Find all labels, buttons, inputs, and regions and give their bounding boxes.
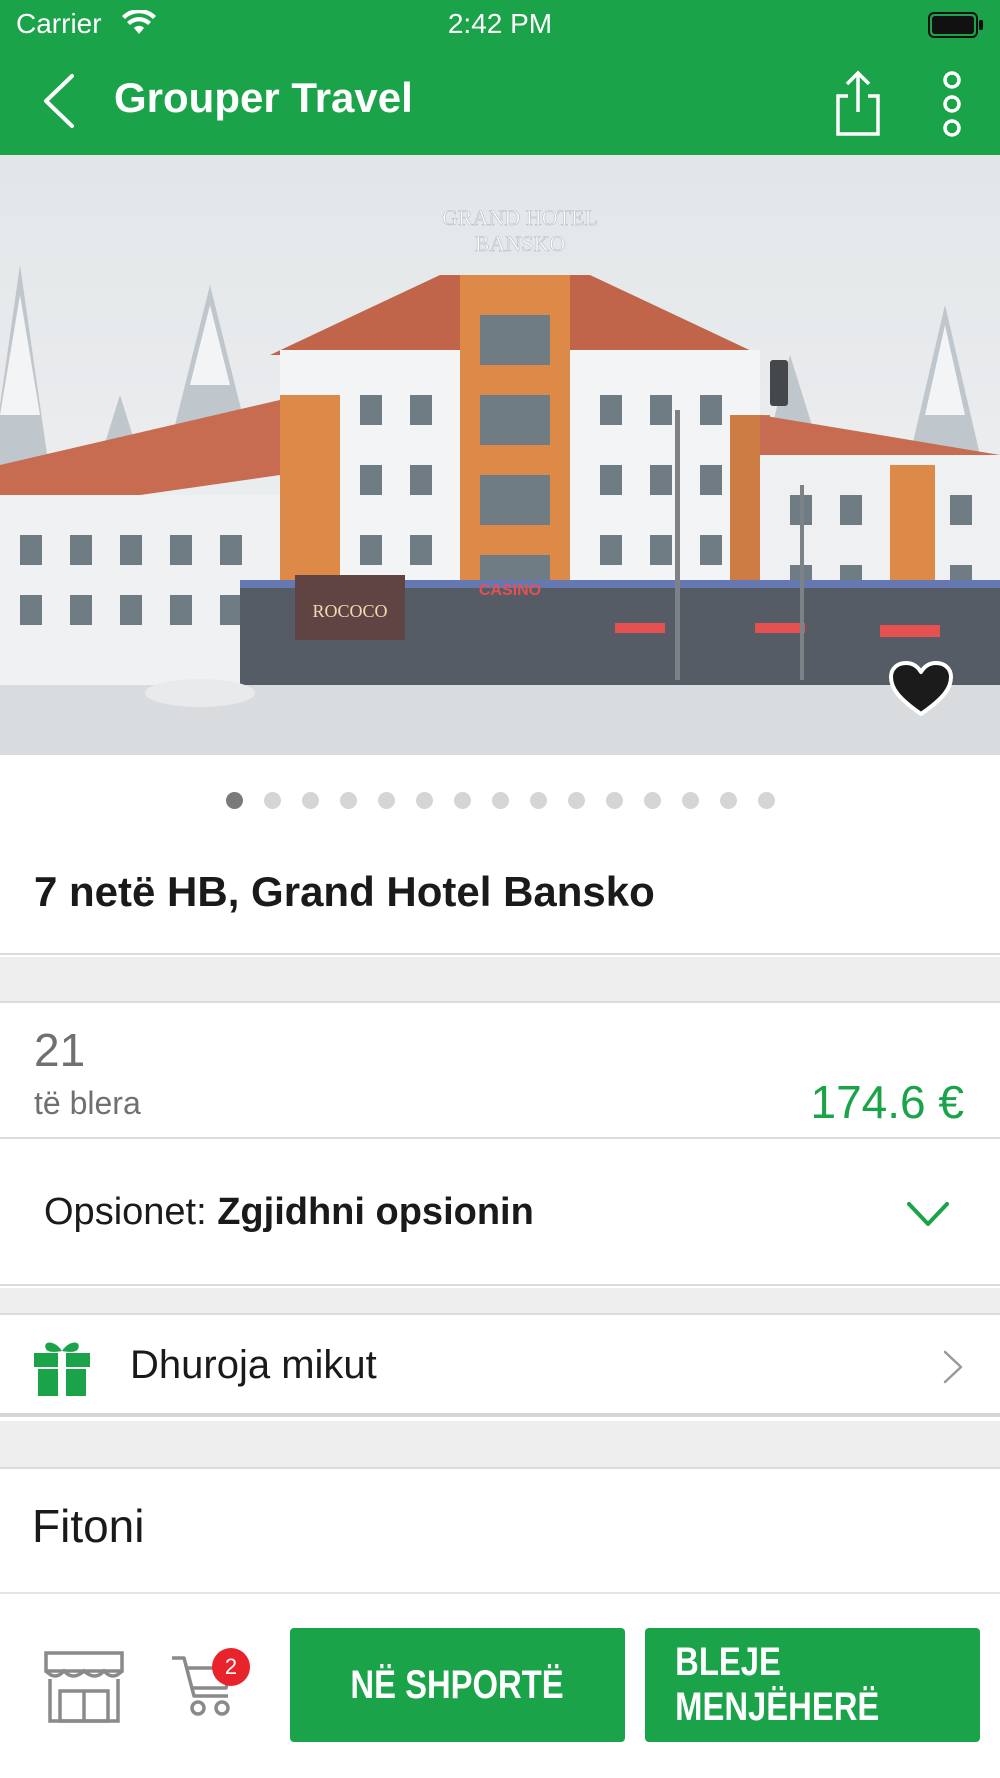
carousel-dot[interactable]	[301, 792, 319, 809]
add-to-cart-label: NË SHPORTË	[350, 1662, 565, 1707]
chevron-down-icon[interactable]	[906, 1199, 950, 1229]
carousel-dot[interactable]	[681, 792, 699, 809]
benefits-section: Fitoni	[0, 1467, 1000, 1594]
options-dropdown[interactable]: Opsionet: Zgjidhni opsionin	[0, 1141, 1000, 1286]
carousel-dot[interactable]	[757, 792, 775, 809]
options-value: Zgjidhni opsionin	[217, 1191, 534, 1233]
purchase-stats: 21 të blera 174.6 €	[0, 1003, 1000, 1139]
chevron-right-icon	[943, 1350, 963, 1384]
carousel-dot[interactable]	[377, 792, 395, 809]
carousel-dot[interactable]	[491, 792, 509, 809]
status-bar: Carrier 2:42 PM	[0, 0, 1000, 50]
carousel-dot[interactable]	[605, 792, 623, 809]
carousel-dot[interactable]	[719, 792, 737, 809]
more-vertical-icon[interactable]	[930, 70, 974, 140]
store-icon[interactable]	[42, 1649, 126, 1725]
battery-icon	[928, 12, 983, 38]
sold-count: 21	[34, 1024, 86, 1076]
carousel-pagination[interactable]	[0, 792, 1000, 816]
heart-icon[interactable]	[888, 660, 954, 720]
gift-label: Dhuroja mikut	[130, 1343, 377, 1387]
cart-count-badge: 2	[212, 1648, 250, 1686]
product-title: 7 netë HB, Grand Hotel Bansko	[34, 868, 655, 915]
section-divider	[0, 957, 1000, 1003]
options-text: Opsionet: Zgjidhni opsionin	[44, 1191, 534, 1234]
app-header: Carrier 2:42 PM Grouper Travel	[0, 0, 1000, 155]
buy-now-label: BLEJE MENJËHERË	[675, 1640, 880, 1729]
carousel-dot[interactable]	[339, 792, 357, 809]
options-label: Opsionet:	[44, 1191, 218, 1233]
section-divider	[0, 1288, 1000, 1313]
sold-label: të blera	[34, 1085, 141, 1121]
section-title: Fitoni	[32, 1500, 145, 1552]
carousel-dot[interactable]	[567, 792, 585, 809]
carousel-dot[interactable]	[415, 792, 433, 809]
hotel-photo: ROCOCO CASINO GRAND HOTEL BANSKO	[0, 155, 1000, 755]
bottom-action-bar: 2 NË SHPORTË BLEJE MENJËHERË	[0, 1594, 1000, 1778]
add-to-cart-button[interactable]: NË SHPORTË	[290, 1628, 625, 1742]
carousel-dot[interactable]	[529, 792, 547, 809]
section-divider	[0, 1421, 1000, 1467]
navigation-bar: Grouper Travel	[0, 50, 1000, 155]
buy-now-button[interactable]: BLEJE MENJËHERË	[645, 1628, 980, 1742]
product-title-section: 7 netë HB, Grand Hotel Bansko	[0, 850, 1000, 955]
carousel-dot[interactable]	[643, 792, 661, 809]
nav-title: Grouper Travel	[114, 74, 413, 121]
status-time: 2:42 PM	[447, 8, 553, 39]
price: 174.6 €	[810, 1076, 964, 1128]
product-image-carousel[interactable]: ROCOCO CASINO GRAND HOTEL BANSKO	[0, 155, 1000, 755]
gift-icon	[34, 1342, 90, 1396]
share-icon[interactable]	[828, 68, 888, 138]
back-arrow-icon[interactable]	[36, 70, 86, 132]
carousel-dot[interactable]	[225, 792, 243, 809]
gift-to-friend-row[interactable]: Dhuroja mikut	[0, 1313, 1000, 1417]
carousel-dot[interactable]	[453, 792, 471, 809]
carousel-dot[interactable]	[263, 792, 281, 809]
